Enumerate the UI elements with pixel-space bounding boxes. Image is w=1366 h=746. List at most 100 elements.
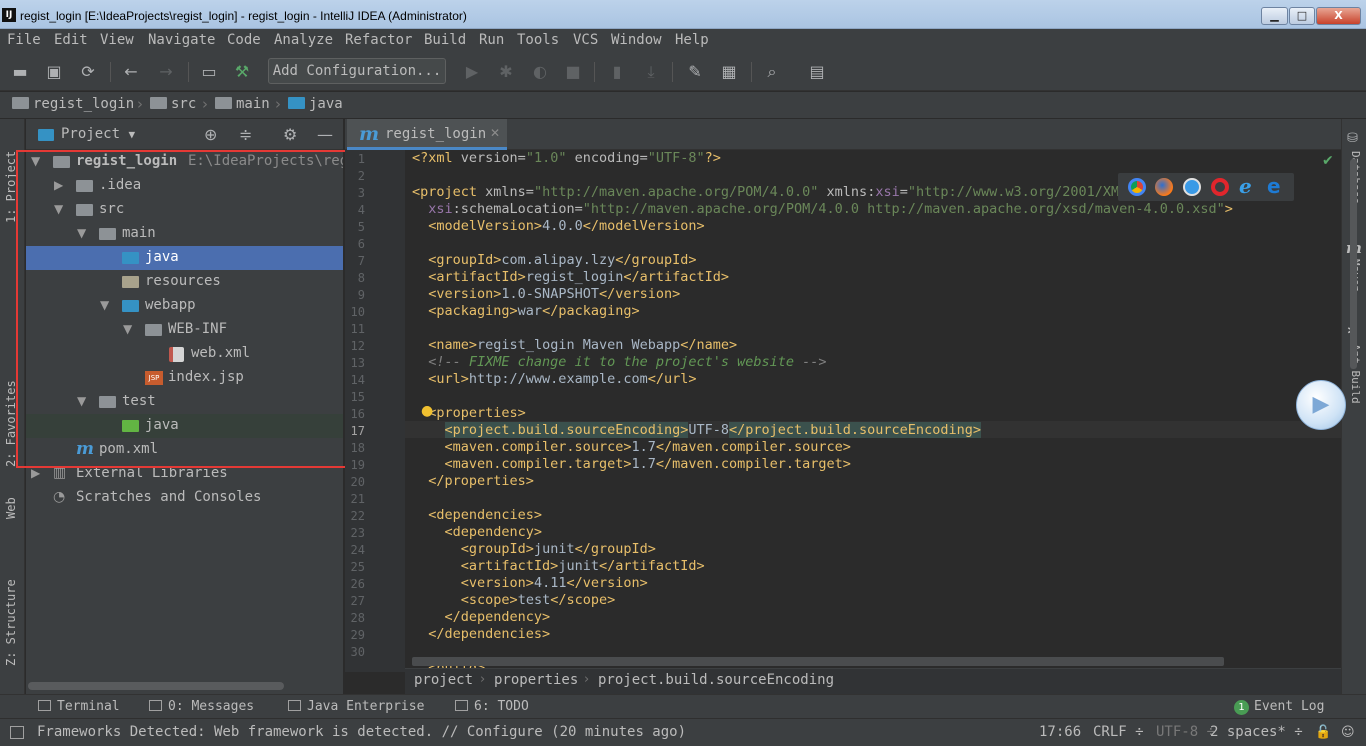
menu-window[interactable]: Window xyxy=(611,32,662,48)
status-toggle-icon[interactable] xyxy=(10,726,24,739)
menu-analyze[interactable]: Analyze xyxy=(274,32,333,48)
messages-icon xyxy=(149,700,162,711)
sync-icon[interactable]: ⟳ xyxy=(78,62,98,82)
maximize-button[interactable]: □ xyxy=(1289,7,1315,25)
safari-icon[interactable] xyxy=(1183,178,1201,196)
project-horizontal-scrollbar[interactable] xyxy=(28,682,284,690)
tree-item-scratches[interactable]: ◔ Scratches and Consoles xyxy=(26,486,343,510)
navigation-bar: regist_login › src › main › java xyxy=(0,92,1366,119)
minimize-button[interactable]: ▁ xyxy=(1261,7,1288,25)
nav-item-project[interactable]: regist_login xyxy=(12,96,134,112)
breadcrumb-properties[interactable]: properties xyxy=(494,672,578,688)
event-count-badge: 1 xyxy=(1234,700,1249,715)
menu-tools[interactable]: Tools xyxy=(517,32,559,48)
tab-regist-login[interactable]: m regist_login ✕ xyxy=(347,119,507,150)
database-icon: ⛁ xyxy=(1347,131,1358,146)
lock-icon[interactable]: 🔓 xyxy=(1315,725,1331,740)
wrench-settings-icon[interactable]: ✎ xyxy=(685,62,705,82)
inspection-ok-icon: ✔ xyxy=(1322,153,1334,169)
search-icon[interactable]: ⌕ xyxy=(762,62,782,82)
locate-target-icon[interactable]: ⊕ xyxy=(204,125,217,144)
title-bar: IJ regist_login [E:\IdeaProjects\regist_… xyxy=(0,0,1366,29)
firefox-icon[interactable] xyxy=(1155,178,1173,196)
tab-structure[interactable]: Z: Structure xyxy=(4,579,18,666)
menu-view[interactable]: View xyxy=(100,32,134,48)
tool-java-enterprise[interactable]: Java Enterprise xyxy=(288,699,424,714)
run-icon[interactable]: ▶ xyxy=(462,62,482,82)
menu-run[interactable]: Run xyxy=(479,32,504,48)
nav-separator-icon: › xyxy=(275,95,281,113)
menu-edit[interactable]: Edit xyxy=(54,32,88,48)
close-tab-icon[interactable]: ✕ xyxy=(490,126,500,140)
nav-separator-icon: › xyxy=(137,95,143,113)
tool-todo[interactable]: 6: TODO xyxy=(455,699,529,714)
ie-icon[interactable]: e xyxy=(1239,174,1257,198)
status-message[interactable]: Frameworks Detected: Web framework is de… xyxy=(37,724,686,740)
menu-code[interactable]: Code xyxy=(227,32,261,48)
forward-arrow-icon[interactable]: → xyxy=(156,62,176,82)
intellij-window: IJ regist_login [E:\IdeaProjects\regist_… xyxy=(0,0,1366,746)
save-icon[interactable]: ▣ xyxy=(44,62,64,82)
back-arrow-icon[interactable]: ← xyxy=(121,62,141,82)
maven-file-icon: m xyxy=(359,123,380,145)
xml-breadcrumb: project › properties › project.build.sou… xyxy=(405,668,1341,694)
sdk-manager-icon[interactable]: ▤ xyxy=(807,62,827,82)
source-folder-icon xyxy=(288,97,305,109)
floating-run-button[interactable]: ▶ xyxy=(1296,380,1346,430)
breadcrumb-separator-icon: › xyxy=(584,672,590,687)
project-structure-icon[interactable]: ▦ xyxy=(719,62,739,82)
menu-navigate[interactable]: Navigate xyxy=(148,32,215,48)
java-enterprise-icon xyxy=(288,700,301,711)
breadcrumb-project[interactable]: project xyxy=(414,672,473,688)
file-encoding[interactable]: UTF-8 ÷ xyxy=(1156,724,1215,740)
tab-web[interactable]: Web xyxy=(4,497,18,519)
caret-position[interactable]: 17:66 xyxy=(1039,724,1081,740)
nav-item-main[interactable]: main xyxy=(215,96,270,112)
editor-horizontal-scrollbar[interactable] xyxy=(412,657,1224,666)
build-hammer-icon[interactable]: ⚒ xyxy=(232,62,252,82)
project-view-icon xyxy=(38,129,54,141)
module-folder-icon xyxy=(12,97,29,109)
hide-panel-icon[interactable]: — xyxy=(317,125,333,144)
menu-refactor[interactable]: Refactor xyxy=(345,32,412,48)
menu-build[interactable]: Build xyxy=(424,32,466,48)
stop-icon[interactable]: ■ xyxy=(563,62,583,82)
tool-event-log[interactable]: 1 Event Log xyxy=(1234,699,1324,715)
gear-icon[interactable]: ⚙ xyxy=(283,125,297,144)
folder-icon xyxy=(215,97,232,109)
deploy-icon[interactable]: ▮ xyxy=(607,62,627,82)
tool-messages[interactable]: 0: Messages xyxy=(149,699,254,714)
lightbulb-intention-icon[interactable]: ● xyxy=(421,403,433,419)
menu-help[interactable]: Help xyxy=(675,32,709,48)
project-panel-header: Project ▼ ⊕ ≑ ⚙ — xyxy=(26,119,343,150)
inspector-icon[interactable]: ☺ xyxy=(1341,725,1355,740)
line-separator[interactable]: CRLF ÷ xyxy=(1093,724,1144,740)
scratches-icon: ◔ xyxy=(53,489,66,505)
breadcrumb-separator-icon: › xyxy=(480,672,486,687)
breadcrumb-source-encoding[interactable]: project.build.sourceEncoding xyxy=(598,672,834,688)
editor-vertical-scrollbar[interactable] xyxy=(1350,159,1357,369)
chrome-icon[interactable] xyxy=(1128,178,1146,196)
menu-bar: File Edit View Navigate Code Analyze Ref… xyxy=(0,29,1366,51)
project-view-selector[interactable]: Project ▼ xyxy=(61,126,135,142)
tool-terminal[interactable]: Terminal xyxy=(38,699,120,714)
open-folder-icon[interactable]: ▬ xyxy=(10,62,30,82)
opera-icon[interactable] xyxy=(1211,178,1229,196)
nav-item-src[interactable]: src xyxy=(150,96,196,112)
collapse-all-icon[interactable]: ≑ xyxy=(239,125,252,144)
nav-item-java[interactable]: java xyxy=(288,96,343,112)
main-toolbar: ▬ ▣ ⟳ ← → ▭ ⚒ ▶ ✱ ◐ ■ ▮ ⤓ ✎ ▦ ⌕ ▤ xyxy=(0,51,1366,91)
nav-separator-icon: › xyxy=(202,95,208,113)
collapsed-arrow-icon[interactable]: ▶ xyxy=(31,466,40,480)
edge-icon[interactable]: e xyxy=(1267,174,1285,198)
terminal-window-icon[interactable]: ▭ xyxy=(199,62,219,82)
download-icon[interactable]: ⤓ xyxy=(641,62,661,82)
close-button[interactable]: X xyxy=(1316,7,1361,25)
add-configuration-button[interactable]: Add Configuration... xyxy=(268,58,446,84)
menu-file[interactable]: File xyxy=(7,32,41,48)
folder-icon xyxy=(150,97,167,109)
debug-icon[interactable]: ✱ xyxy=(496,62,516,82)
indent-setting[interactable]: 2 spaces* ÷ xyxy=(1210,724,1303,740)
coverage-icon[interactable]: ◐ xyxy=(530,62,550,82)
menu-vcs[interactable]: VCS xyxy=(573,32,598,48)
